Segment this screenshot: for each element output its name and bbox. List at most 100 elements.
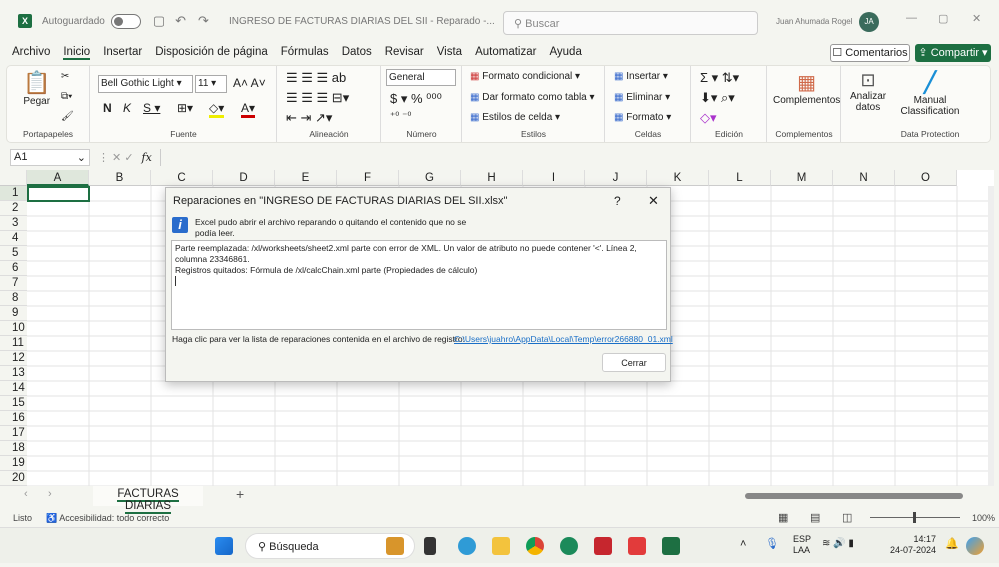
language-indicator[interactable]: ESP LAA (793, 534, 811, 556)
sheet-tab-facturas[interactable]: FACTURAS DIARIAS (93, 486, 203, 514)
row-header[interactable]: 16 (0, 411, 27, 426)
normal-view-icon[interactable]: ▦ (778, 511, 788, 524)
acrobat-icon[interactable] (594, 537, 612, 555)
paste-button[interactable]: 📋 Pegar (23, 70, 50, 107)
row-header[interactable]: 7 (0, 276, 27, 291)
tab-revisar[interactable]: Revisar (385, 46, 424, 60)
log-link[interactable]: C:\Users\juahro\AppData\Local\Temp\error… (454, 334, 673, 344)
start-icon[interactable] (215, 537, 233, 555)
tray-chevron-icon[interactable]: ˄ (740, 538, 746, 550)
manual-classification-button[interactable]: ╱ Manual Classification (897, 70, 963, 117)
column-header[interactable]: L (709, 170, 771, 186)
borders-icon[interactable]: ⊞▾ (177, 101, 193, 115)
column-header[interactable]: B (89, 170, 151, 186)
column-header[interactable]: D (213, 170, 275, 186)
notification-bell-icon[interactable]: 🔔 (945, 537, 959, 550)
tab-insertar[interactable]: Insertar (103, 46, 142, 60)
row-header[interactable]: 5 (0, 246, 27, 261)
currency-icon[interactable]: $ ▾ % ⁰⁰⁰ (390, 91, 442, 107)
column-header[interactable]: J (585, 170, 647, 186)
row-header[interactable]: 17 (0, 426, 27, 441)
grow-font-icon[interactable]: A˄ A˅ (233, 76, 266, 90)
work-icon[interactable] (386, 537, 404, 555)
edge-dev-icon[interactable] (560, 537, 578, 555)
fill-color-icon[interactable]: ◇▾ (209, 101, 225, 118)
column-header[interactable]: H (461, 170, 523, 186)
help-button[interactable]: ? (614, 194, 621, 208)
taskview-icon[interactable] (424, 537, 436, 555)
tab-formulas[interactable]: Fórmulas (281, 46, 329, 60)
row-header[interactable]: 2 (0, 201, 27, 216)
copy-icon[interactable]: ⧉▾ (61, 91, 72, 102)
clock[interactable]: 14:17 24-07-2024 (886, 534, 936, 556)
anydesk-icon[interactable] (628, 537, 646, 555)
analyze-data-button[interactable]: ⊡ Analizar datos (850, 70, 886, 113)
format-painter-icon[interactable]: 🖌 (61, 111, 74, 122)
format-table-button[interactable]: ▦ Dar formato como tabla ▾ (470, 92, 595, 103)
indent-icon[interactable]: ⇤ ⇥ ↗▾ (286, 110, 332, 126)
comments-button[interactable]: ☐ Comentarios (830, 44, 910, 62)
horizontal-scrollbar[interactable] (745, 493, 963, 499)
row-header[interactable]: 9 (0, 306, 27, 321)
next-sheet-button[interactable]: › (48, 488, 52, 500)
column-header[interactable]: O (895, 170, 957, 186)
font-name-select[interactable]: Bell Gothic Light ▾ (98, 75, 193, 93)
tab-disposicion[interactable]: Disposición de página (155, 46, 268, 60)
row-header[interactable]: 19 (0, 456, 27, 471)
chrome-icon[interactable] (526, 537, 544, 555)
number-format-select[interactable]: General (386, 69, 456, 86)
row-header[interactable]: 13 (0, 366, 27, 381)
add-sheet-button[interactable]: + (236, 486, 244, 502)
delete-cells-button[interactable]: ▦ Eliminar ▾ (614, 92, 670, 103)
row-header[interactable]: 1 (0, 186, 27, 201)
excel-taskbar-icon[interactable] (662, 537, 680, 555)
vertical-scrollbar[interactable] (988, 186, 994, 486)
row-header[interactable]: 18 (0, 441, 27, 456)
cell-styles-button[interactable]: ▦ Estilos de celda ▾ (470, 112, 560, 123)
align-top-icon[interactable]: ☰ ☰ ☰ ab (286, 70, 346, 86)
explorer-icon[interactable] (492, 537, 510, 555)
cut-icon[interactable]: ✂ (61, 71, 69, 82)
close-window-button[interactable]: ✕ (972, 12, 981, 25)
tab-automatizar[interactable]: Automatizar (475, 46, 536, 60)
formula-input[interactable] (159, 149, 992, 166)
cancel-icon[interactable]: ⋮ ✕ ✓ (98, 151, 134, 164)
addins-button[interactable]: ▦ Complementos (773, 70, 840, 106)
row-header[interactable]: 15 (0, 396, 27, 411)
column-header[interactable]: M (771, 170, 833, 186)
column-header[interactable]: A (27, 170, 89, 186)
row-header[interactable]: 3 (0, 216, 27, 231)
row-header[interactable]: 6 (0, 261, 27, 276)
font-color-icon[interactable]: A▾ (241, 101, 256, 118)
minimize-button[interactable]: — (906, 12, 917, 24)
details-textbox[interactable]: Parte reemplazada: /xl/worksheets/sheet2… (171, 240, 667, 330)
row-header[interactable]: 11 (0, 336, 27, 351)
decimal-icon[interactable]: ⁺⁰ ⁻⁰ (390, 111, 411, 122)
mic-icon[interactable]: 🎙 (765, 537, 779, 550)
tab-inicio[interactable]: Inicio (63, 46, 91, 60)
restore-button[interactable]: ▢ (938, 12, 948, 25)
redo-icon[interactable]: ↷ (198, 13, 209, 29)
page-layout-icon[interactable]: ▤ (810, 511, 820, 524)
tab-archivo[interactable]: Archivo (12, 46, 50, 60)
save-icon[interactable]: ▢ (153, 13, 165, 29)
underline-button[interactable]: S ▾ (143, 101, 160, 115)
format-cells-button[interactable]: ▦ Formato ▾ (614, 112, 671, 123)
bold-button[interactable]: N (103, 101, 112, 115)
zoom-slider[interactable] (870, 512, 960, 523)
undo-icon[interactable]: ↶ (175, 13, 186, 29)
row-header[interactable]: 14 (0, 381, 27, 396)
autosum-icon[interactable]: Σ ▾ ⇅▾ (700, 70, 739, 86)
accessibility-status[interactable]: ♿ Accesibilidad: todo correcto (46, 513, 169, 524)
column-header[interactable]: N (833, 170, 895, 186)
row-header[interactable]: 12 (0, 351, 27, 366)
prev-sheet-button[interactable]: ‹ (24, 488, 28, 500)
row-header[interactable]: 8 (0, 291, 27, 306)
column-header[interactable]: E (275, 170, 337, 186)
search-input[interactable]: ⚲ Buscar (503, 11, 758, 35)
page-break-icon[interactable]: ◫ (842, 511, 852, 524)
font-size-select[interactable]: 11 ▾ (195, 75, 227, 93)
insert-cells-button[interactable]: ▦ Insertar ▾ (614, 71, 668, 82)
align-left-icon[interactable]: ☰ ☰ ☰ ⊟▾ (286, 90, 349, 106)
row-header[interactable]: 10 (0, 321, 27, 336)
